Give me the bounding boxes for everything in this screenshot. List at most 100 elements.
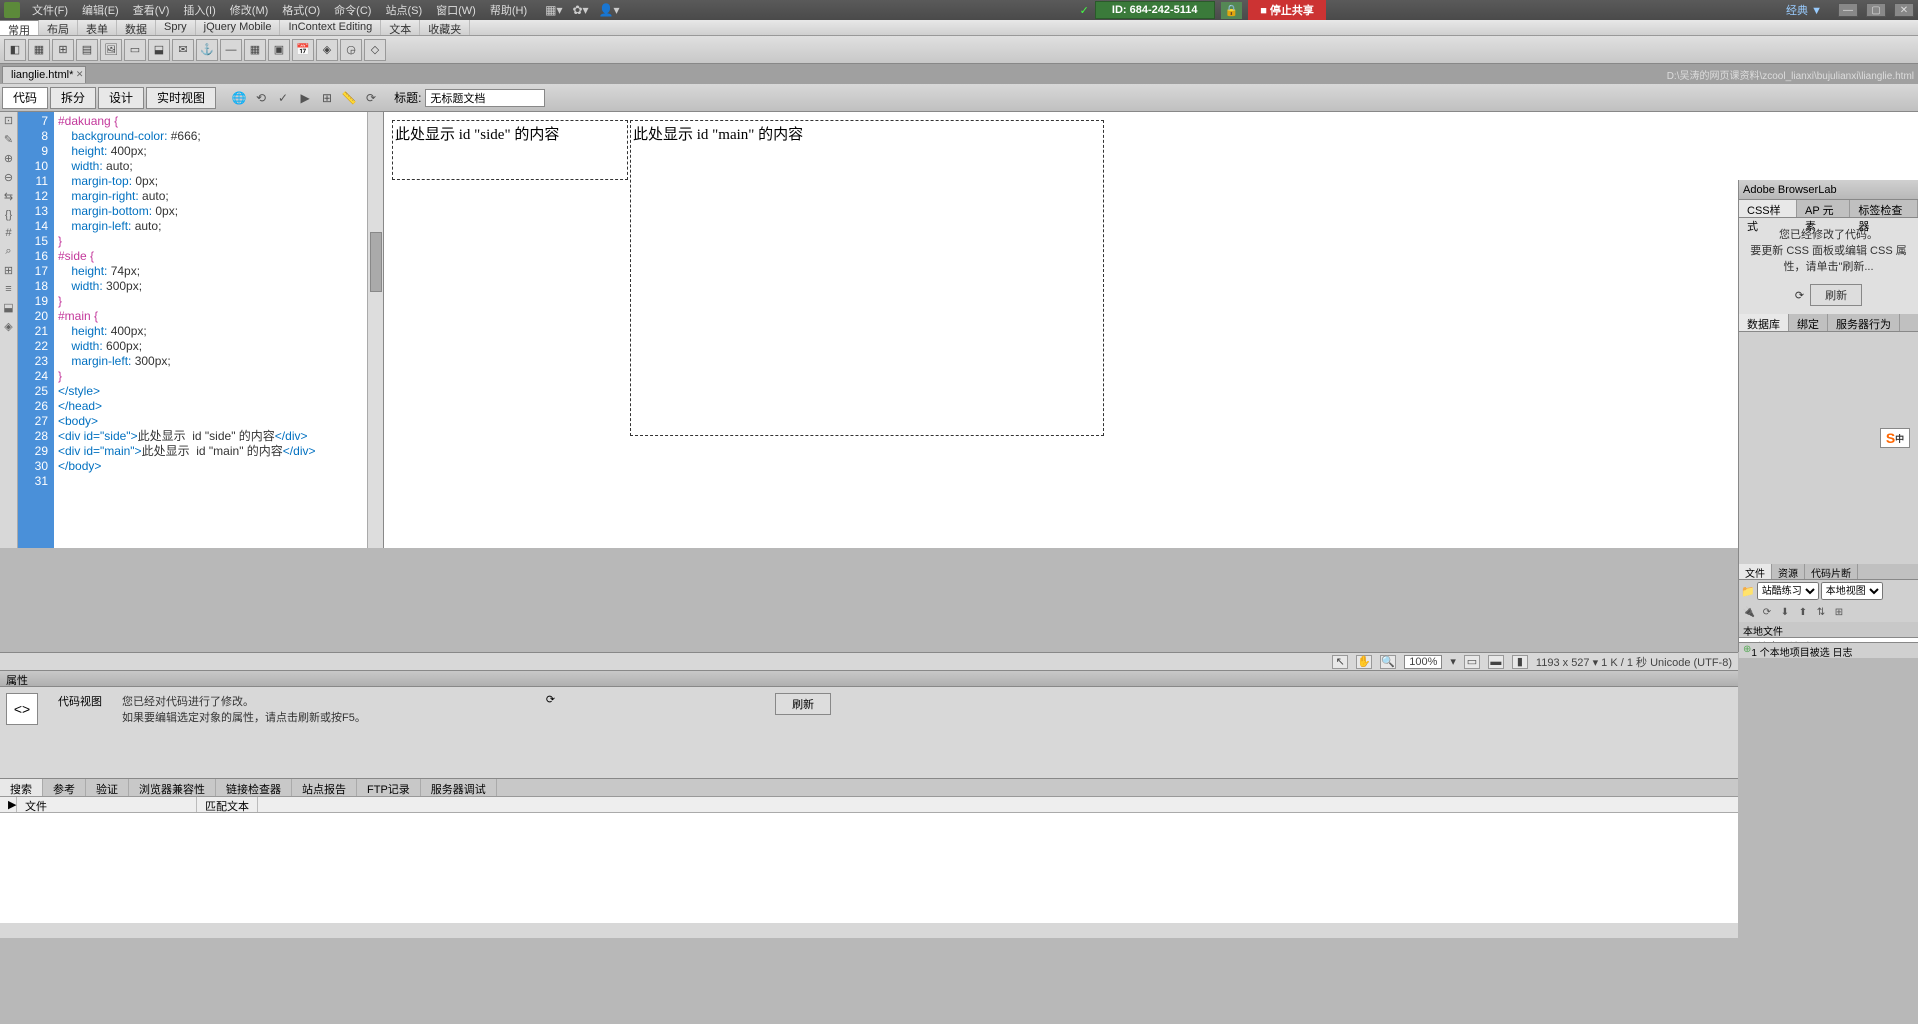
files-tab[interactable]: 资源 — [1772, 564, 1805, 579]
results-tab[interactable]: FTP记录 — [357, 779, 421, 796]
tool-icon[interactable]: ⬓ — [148, 39, 170, 61]
insert-category[interactable]: 收藏夹 — [420, 20, 470, 35]
user-icon[interactable]: 👤▾ — [599, 3, 620, 17]
refresh-icon[interactable]: ⟳ — [362, 89, 380, 107]
gutter-icon[interactable]: # — [5, 227, 11, 239]
magnify-icon[interactable]: ▾ — [1450, 655, 1456, 668]
gutter-icon[interactable]: {} — [5, 209, 12, 221]
tool-icon[interactable]: 📅 — [292, 39, 314, 61]
menu-item[interactable]: 插入(I) — [177, 0, 221, 20]
view-button[interactable]: 设计 — [98, 87, 144, 109]
panel-tab[interactable]: 绑定 — [1789, 314, 1828, 331]
tool-icon[interactable]: 🖼 — [100, 39, 122, 61]
tool-icon[interactable]: ▭ — [124, 39, 146, 61]
arrow-icon[interactable]: ▶ — [296, 89, 314, 107]
refresh-icon[interactable]: ⟳ — [1795, 289, 1804, 302]
hand-icon[interactable]: ✋ — [1356, 655, 1372, 669]
menu-item[interactable]: 查看(V) — [127, 0, 176, 20]
panel-tab[interactable]: CSS样式 — [1739, 200, 1797, 217]
scrollbar[interactable] — [367, 112, 383, 548]
files-tab[interactable]: 代码片断 — [1805, 564, 1858, 579]
tool-icon[interactable]: — — [220, 39, 242, 61]
files-tab[interactable]: 文件 — [1739, 564, 1772, 579]
zoom-icon[interactable]: 🔍 — [1380, 655, 1396, 669]
site-select[interactable]: 站酷练习 — [1757, 582, 1819, 600]
tool-icon[interactable]: ▦ — [28, 39, 50, 61]
results-tab[interactable]: 验证 — [86, 779, 129, 796]
results-tab[interactable]: 站点报告 — [292, 779, 357, 796]
preview-side-div[interactable]: 此处显示 id "side" 的内容 — [392, 120, 628, 180]
tool-icon[interactable]: ✉ — [172, 39, 194, 61]
grid-icon[interactable]: ⊞ — [318, 89, 336, 107]
document-tab[interactable]: lianglie.html* ✕ — [2, 66, 86, 83]
results-tab[interactable]: 浏览器兼容性 — [129, 779, 216, 796]
insert-category[interactable]: 布局 — [39, 20, 78, 35]
gutter-icon[interactable]: ⊡ — [4, 114, 13, 127]
refresh-button[interactable]: 刷新 — [775, 693, 831, 715]
insert-category[interactable]: 表单 — [78, 20, 117, 35]
screen-icon[interactable]: ▮ — [1512, 655, 1528, 669]
sync-icon[interactable]: ⇅ — [1813, 604, 1829, 620]
tool-icon[interactable]: ◶ — [340, 39, 362, 61]
zoom-value[interactable]: 100% — [1404, 655, 1442, 669]
gutter-icon[interactable]: ⊞ — [4, 264, 13, 277]
gear-icon[interactable]: ✿▾ — [573, 3, 589, 17]
panel-tab[interactable]: 标签检查器 — [1850, 200, 1918, 217]
workspace-switcher[interactable]: 经典 ▼ — [1786, 2, 1822, 18]
gutter-icon[interactable]: ⊖ — [4, 171, 13, 184]
gutter-icon[interactable]: ≡ — [5, 283, 11, 295]
view-button[interactable]: 代码 — [2, 87, 48, 109]
browserlab-header[interactable]: Adobe BrowserLab — [1739, 180, 1918, 200]
insert-category[interactable]: 常用 — [0, 20, 39, 35]
connect-icon[interactable]: 🔌 — [1741, 604, 1757, 620]
insert-category[interactable]: 数据 — [117, 20, 156, 35]
close-icon[interactable]: ✕ — [76, 69, 84, 80]
layout-icon[interactable]: ▦▾ — [545, 3, 562, 17]
tool-icon[interactable]: ◇ — [364, 39, 386, 61]
gutter-icon[interactable]: ⌕ — [5, 245, 11, 258]
gutter-icon[interactable]: ✎ — [4, 133, 13, 146]
panel-tab[interactable]: 服务器行为 — [1828, 314, 1900, 331]
menu-item[interactable]: 帮助(H) — [484, 0, 533, 20]
tool-icon[interactable]: ⊞ — [52, 39, 74, 61]
ruler-icon[interactable]: 📏 — [340, 89, 358, 107]
design-panel[interactable]: 此处显示 id "side" 的内容 此处显示 id "main" 的内容 — [384, 112, 1918, 548]
tool-icon[interactable]: ⚓ — [196, 39, 218, 61]
menu-item[interactable]: 文件(F) — [26, 0, 74, 20]
screen-icon[interactable]: ▭ — [1464, 655, 1480, 669]
minimize-button[interactable]: — — [1838, 3, 1858, 17]
menu-item[interactable]: 站点(S) — [379, 0, 428, 20]
tool-icon[interactable]: ◧ — [4, 39, 26, 61]
view-select[interactable]: 本地视图 — [1821, 582, 1883, 600]
close-button[interactable]: ✕ — [1894, 3, 1914, 17]
menu-item[interactable]: 窗口(W) — [430, 0, 482, 20]
pointer-icon[interactable]: ↖ — [1332, 655, 1348, 669]
menu-item[interactable]: 命令(C) — [328, 0, 377, 20]
get-icon[interactable]: ⬇ — [1777, 604, 1793, 620]
tool-icon[interactable]: ▣ — [268, 39, 290, 61]
gutter-icon[interactable]: ⬓ — [3, 301, 13, 314]
globe-icon[interactable]: 🌐 — [230, 89, 248, 107]
panel-tab[interactable]: AP 元素 — [1797, 200, 1850, 217]
nav-icon[interactable]: ⟲ — [252, 89, 270, 107]
gutter-icon[interactable]: ⇆ — [4, 190, 13, 203]
results-tab[interactable]: 服务器调试 — [421, 779, 497, 796]
view-button[interactable]: 拆分 — [50, 87, 96, 109]
results-tab[interactable]: 参考 — [43, 779, 86, 796]
view-button[interactable]: 实时视图 — [146, 87, 216, 109]
properties-header[interactable]: 属性 — [0, 671, 1738, 687]
scroll-thumb[interactable] — [370, 232, 382, 292]
code-text[interactable]: #dakuang { background-color: #666; heigh… — [54, 112, 367, 548]
maximize-button[interactable]: ▢ — [1866, 3, 1886, 17]
put-icon[interactable]: ⬆ — [1795, 604, 1811, 620]
title-input[interactable] — [425, 89, 545, 107]
code-panel[interactable]: 7891011121314151617181920212223242526272… — [18, 112, 384, 548]
tool-icon[interactable]: ▦ — [244, 39, 266, 61]
results-tab[interactable]: 链接检查器 — [216, 779, 292, 796]
gutter-icon[interactable]: ⊕ — [4, 152, 13, 165]
expand-icon[interactable]: ⊞ — [1831, 604, 1847, 620]
preview-main-div[interactable]: 此处显示 id "main" 的内容 — [630, 120, 1104, 436]
panel-tab[interactable]: 数据库 — [1739, 314, 1789, 331]
results-tab[interactable]: 搜索 — [0, 779, 43, 796]
gutter-icon[interactable]: ◈ — [4, 320, 12, 333]
